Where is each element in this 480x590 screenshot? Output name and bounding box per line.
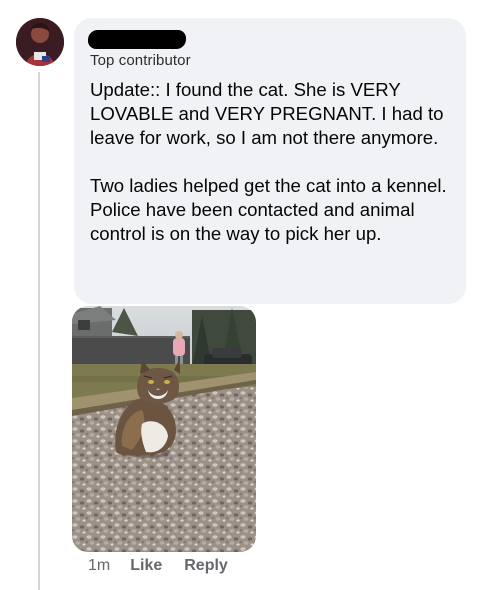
comment-paragraph-2: Two ladies helped get the cat into a ken… bbox=[90, 175, 447, 244]
top-contributor-badge: Top contributor bbox=[90, 52, 191, 69]
cat-photo[interactable] bbox=[72, 306, 256, 552]
thread-line bbox=[38, 72, 40, 590]
redacted-author-name bbox=[87, 30, 187, 49]
comment-text: Update:: I found the cat. She is VERY LO… bbox=[90, 78, 458, 246]
comment-bubble: Top contributor Update:: I found the cat… bbox=[74, 18, 466, 304]
avatar-image bbox=[16, 18, 64, 66]
comment-actions: 1m Like Reply bbox=[88, 557, 250, 575]
cat-photo-image bbox=[72, 306, 256, 552]
comment-paragraph-1: Update:: I found the cat. She is VERY LO… bbox=[90, 79, 444, 148]
author-avatar[interactable] bbox=[16, 18, 64, 66]
comment-timestamp[interactable]: 1m bbox=[88, 557, 110, 575]
like-button[interactable]: Like bbox=[130, 557, 162, 575]
reply-button[interactable]: Reply bbox=[184, 557, 228, 575]
